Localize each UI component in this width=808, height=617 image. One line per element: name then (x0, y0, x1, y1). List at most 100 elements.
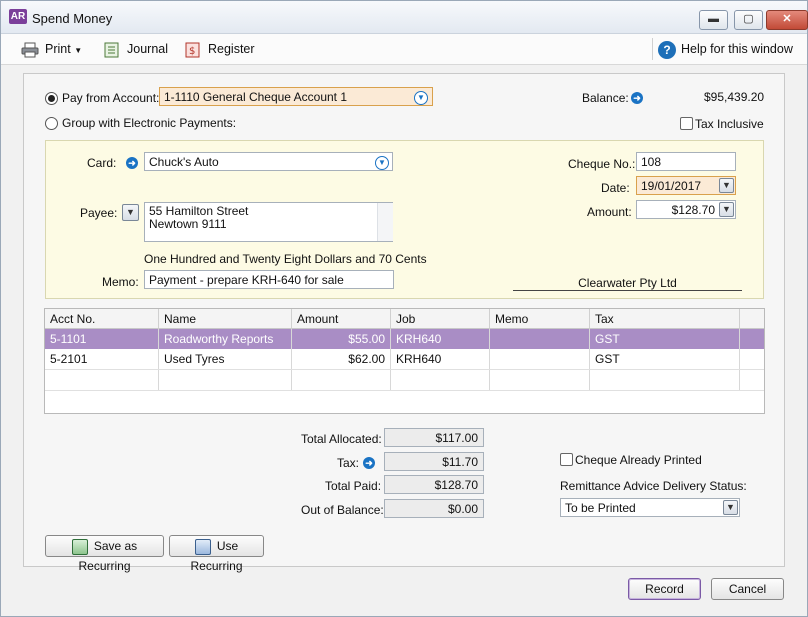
line-items-table: Acct No. Name Amount Job Memo Tax 5-1101… (44, 308, 765, 414)
chevron-down-icon[interactable]: ▼ (723, 500, 738, 515)
amount-in-words: One Hundred and Twenty Eight Dollars and… (144, 252, 427, 266)
printer-icon (21, 42, 39, 58)
window-title: Spend Money (32, 11, 113, 26)
tax-value: $11.70 (384, 452, 484, 471)
date-value: 19/01/2017 (641, 179, 702, 193)
cell-empty[interactable] (45, 370, 159, 390)
col-header-job[interactable]: Job (391, 309, 490, 329)
arrow-right-icon[interactable]: ➜ (363, 457, 375, 469)
toolbar-divider (652, 38, 653, 60)
col-header-memo[interactable]: Memo (490, 309, 590, 329)
journal-label: Journal (127, 42, 168, 56)
print-menu-button[interactable]: Print ▼ (21, 34, 82, 64)
table-row-empty[interactable] (45, 370, 764, 390)
cell-tax[interactable]: GST (590, 349, 740, 369)
table-row[interactable]: 5-2101 Used Tyres $62.00 KRH640 GST (45, 349, 764, 369)
register-icon: $ (185, 42, 200, 58)
col-header-acct[interactable]: Acct No. (45, 309, 159, 329)
pay-from-value: 1-1110 General Cheque Account 1 (164, 90, 348, 104)
group-payments-radio[interactable] (45, 117, 58, 130)
journal-button[interactable]: Journal (103, 34, 168, 64)
card-select[interactable]: Chuck's Auto (144, 152, 393, 171)
chevron-down-icon: ▼ (74, 46, 83, 55)
cell-job[interactable]: KRH640 (391, 349, 490, 369)
calculator-dropdown-icon[interactable]: ▼ (719, 202, 734, 217)
cell-job[interactable]: KRH640 (391, 329, 490, 349)
card-label: Card: (87, 156, 117, 170)
cell-acct[interactable]: 5-1101 (45, 329, 159, 349)
tax-label: Tax: (337, 456, 360, 470)
use-recurring-button[interactable]: Use Recurring (169, 535, 264, 573)
cell-acct[interactable]: 5-2101 (45, 349, 159, 369)
remittance-value: To be Printed (565, 501, 636, 515)
chevron-down-icon[interactable]: ▼ (375, 156, 389, 170)
arrow-right-icon[interactable]: ➜ (631, 92, 643, 104)
register-label: Register (208, 42, 255, 56)
cancel-button[interactable]: Cancel (711, 578, 784, 600)
payee-dropdown-icon[interactable]: ▼ (122, 204, 139, 221)
col-header-amount[interactable]: Amount (292, 309, 391, 329)
card-value: Chuck's Auto (149, 155, 219, 169)
pay-from-account-select[interactable]: 1-1110 General Cheque Account 1 (159, 87, 433, 106)
out-of-balance-text: $0.00 (447, 502, 478, 516)
close-button[interactable]: ✕ (766, 10, 808, 30)
col-header-tax[interactable]: Tax (590, 309, 740, 329)
company-name: Clearwater Pty Ltd (578, 276, 677, 290)
spend-money-window: AR Spend Money ▬ ▢ ✕ Print ▼ Journal $ Re… (0, 0, 808, 617)
payee-label: Payee: (80, 206, 118, 220)
total-paid-value: $128.70 (384, 475, 484, 494)
memo-input[interactable]: Payment - prepare KRH-640 for sale (144, 270, 394, 289)
register-button[interactable]: $ Register (184, 34, 255, 64)
cell-name[interactable]: Used Tyres (159, 349, 292, 369)
cheque-printed-checkbox[interactable] (560, 453, 573, 466)
total-paid-label: Total Paid: (325, 479, 382, 493)
maximize-button[interactable]: ▢ (734, 10, 763, 30)
print-label: Print (45, 42, 71, 56)
tax-inclusive-checkbox[interactable] (680, 117, 693, 130)
payee-scrollbar[interactable] (377, 203, 393, 241)
cell-empty[interactable] (490, 370, 590, 390)
col-header-name[interactable]: Name (159, 309, 292, 329)
amount-label: Amount: (587, 205, 632, 219)
total-allocated-text: $117.00 (435, 431, 479, 445)
cell-amount[interactable]: $55.00 (292, 329, 391, 349)
cell-tax[interactable]: GST (590, 329, 740, 349)
save-recurring-icon (71, 538, 88, 555)
cell-memo[interactable] (490, 329, 590, 349)
main-panel: Pay from Account: 1-1110 General Cheque … (23, 73, 785, 573)
record-button[interactable]: Record (628, 578, 701, 600)
signature-line (513, 290, 742, 291)
remittance-select[interactable]: To be Printed (560, 498, 740, 517)
calendar-dropdown-icon[interactable]: ▼ (719, 178, 734, 193)
cheque-no-input[interactable]: 108 (636, 152, 736, 171)
cell-empty[interactable] (590, 370, 740, 390)
chevron-down-icon[interactable]: ▼ (414, 91, 428, 105)
cell-memo[interactable] (490, 349, 590, 369)
col-header-spacer (740, 309, 764, 329)
cell-amount[interactable]: $62.00 (292, 349, 391, 369)
group-payments-label: Group with Electronic Payments: (62, 116, 237, 130)
app-logo-icon: AR (9, 9, 27, 24)
save-as-recurring-button[interactable]: Save as Recurring (45, 535, 164, 573)
minimize-button[interactable]: ▬ (699, 10, 728, 30)
cell-empty[interactable] (159, 370, 292, 390)
title-bar: AR Spend Money ▬ ▢ ✕ (1, 1, 808, 34)
total-paid-text: $128.70 (434, 478, 478, 492)
help-button[interactable]: ? Help for this window (658, 34, 793, 64)
tax-text: $11.70 (442, 455, 478, 469)
cell-empty[interactable] (391, 370, 490, 390)
memo-value: Payment - prepare KRH-640 for sale (149, 273, 344, 287)
balance-value: $95,439.20 (704, 90, 765, 104)
help-icon: ? (658, 40, 676, 59)
use-recurring-icon (194, 538, 211, 555)
cell-empty[interactable] (292, 370, 391, 390)
cell-name[interactable]: Roadworthy Reports (159, 329, 292, 349)
payee-address-field[interactable]: 55 Hamilton Street Newtown 9111 (144, 202, 393, 242)
pay-from-radio[interactable] (45, 92, 58, 105)
cheque-no-value: 108 (641, 155, 662, 169)
table-row[interactable]: 5-1101 Roadworthy Reports $55.00 KRH640 … (45, 329, 764, 349)
help-label: Help for this window (681, 42, 793, 56)
toolbar: Print ▼ Journal $ Register ? Help for this… (1, 34, 807, 65)
arrow-right-icon[interactable]: ➜ (126, 157, 138, 169)
date-label: Date: (601, 181, 630, 195)
